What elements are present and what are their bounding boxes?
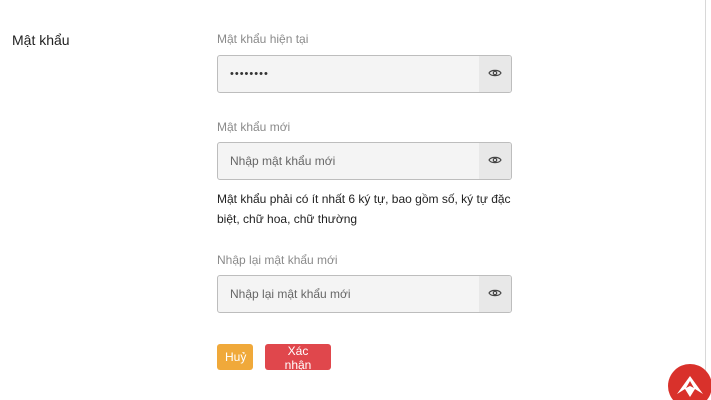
eye-icon	[488, 285, 502, 303]
password-requirements-hint: Mật khẩu phải có ít nhất 6 ký tự, bao gồ…	[217, 192, 511, 226]
new-password-label: Mật khẩu mới	[217, 120, 291, 134]
confirm-password-label: Nhập lại mật khẩu mới	[217, 253, 338, 267]
eye-icon	[488, 65, 502, 83]
new-password-field	[217, 142, 512, 180]
confirm-password-field	[217, 275, 512, 313]
toggle-new-password-button[interactable]	[479, 143, 511, 179]
section-title: Mật khẩu	[12, 32, 70, 48]
current-password-input[interactable]	[218, 56, 480, 92]
current-password-label: Mật khẩu hiện tại	[217, 32, 309, 46]
brand-logo-icon[interactable]	[668, 364, 711, 400]
password-settings-page: Mật khẩu Mật khẩu hiện tại Mật khẩu mới	[0, 0, 711, 400]
toggle-confirm-password-button[interactable]	[479, 276, 511, 312]
confirm-password-input[interactable]	[218, 276, 480, 312]
new-password-input[interactable]	[218, 143, 480, 179]
scrollbar-track[interactable]	[705, 0, 711, 400]
eye-icon	[488, 152, 502, 170]
confirm-button[interactable]: Xác nhận	[265, 344, 331, 372]
current-password-field	[217, 55, 512, 93]
toggle-current-password-button[interactable]	[479, 56, 511, 92]
cancel-button[interactable]: Huỷ	[217, 344, 253, 370]
